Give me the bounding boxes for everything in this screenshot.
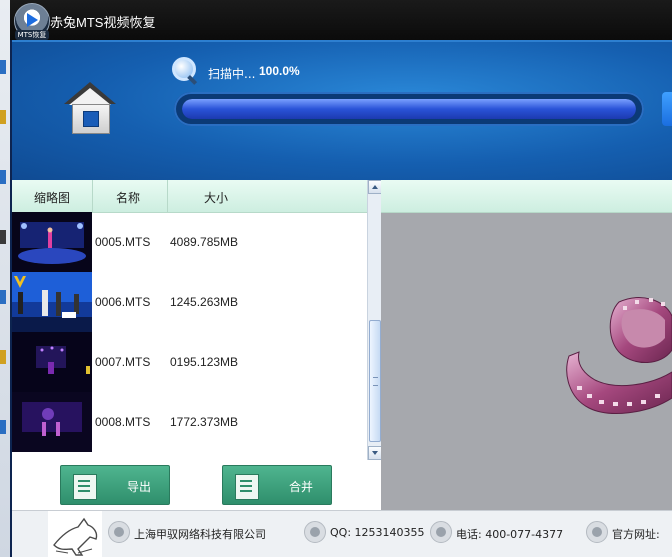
scroll-up-arrow-icon[interactable] (368, 180, 382, 194)
file-name: 0005.MTS (95, 235, 151, 249)
file-name: 0008.MTS (95, 415, 151, 429)
preview-header (381, 180, 672, 213)
file-size: 1772.373MB (170, 415, 239, 429)
scan-percent: 100.0% (259, 64, 300, 78)
scan-progress-bar (174, 92, 644, 126)
file-row[interactable]: 0006.MTS 1245.263MB (12, 272, 367, 332)
window-title: 赤兔MTS视频恢复 (50, 15, 156, 30)
file-size: 4089.785MB (170, 235, 239, 249)
footer-qq: QQ: 1253140355 (330, 526, 425, 539)
title-bar[interactable]: MTS恢复 赤兔MTS视频恢复 (10, 0, 672, 40)
home-button[interactable] (64, 82, 116, 134)
merge-button[interactable]: 合并 (222, 465, 332, 505)
app-logo-badge: MTS恢复 (15, 30, 49, 40)
scroll-down-arrow-icon[interactable] (368, 446, 382, 460)
export-icon (73, 474, 97, 500)
preview-panel (381, 180, 672, 510)
video-thumbnail (12, 212, 92, 272)
app-logo-icon: MTS恢复 (14, 3, 50, 40)
merge-icon (235, 474, 259, 500)
website-icon (586, 521, 608, 543)
file-row[interactable]: 0005.MTS 4089.785MB (12, 212, 367, 272)
progress-fill (182, 99, 636, 119)
file-size: 1245.263MB (170, 295, 239, 309)
file-row[interactable]: 0007.MTS 0195.123MB (12, 332, 367, 392)
film-reel-icon (566, 297, 672, 414)
file-list: 缩略图 名称 大小 0005.MTS 4089.785MB 0006.MTS 1… (12, 180, 367, 460)
column-header-name[interactable]: 名称 (116, 189, 140, 206)
video-thumbnail (12, 392, 92, 452)
red-hare-horse-logo (48, 511, 102, 557)
footer-company: 上海甲驭网络科技有限公司 (134, 528, 266, 541)
footer-website: 官方网址: (612, 528, 660, 541)
qq-icon (304, 521, 326, 543)
action-bar: 导出 合并 (12, 460, 381, 510)
file-row[interactable]: 0008.MTS 1772.373MB (12, 392, 367, 452)
company-icon (108, 521, 130, 543)
next-arrow-button[interactable] (662, 92, 672, 126)
scroll-thumb[interactable] (369, 320, 381, 442)
video-thumbnail (12, 332, 92, 392)
file-list-scrollbar[interactable] (367, 180, 382, 460)
footer-bar: 上海甲驭网络科技有限公司 QQ: 1253140355 电话: 400-077-… (12, 510, 672, 557)
file-size: 0195.123MB (170, 355, 239, 369)
app-window: MTS恢复 赤兔MTS视频恢复 扫描中... 100.0% 缩略图 名称 大小 … (10, 0, 672, 557)
column-header-size[interactable]: 大小 (204, 189, 228, 206)
video-thumbnail (12, 272, 92, 332)
file-list-header: 缩略图 名称 大小 (12, 180, 367, 213)
phone-icon (430, 521, 452, 543)
column-header-thumbnail[interactable]: 缩略图 (34, 189, 70, 206)
export-button[interactable]: 导出 (60, 465, 170, 505)
export-button-label: 导出 (127, 480, 152, 494)
merge-button-label: 合并 (289, 480, 314, 494)
scan-status-label: 扫描中... (208, 67, 256, 81)
file-name: 0007.MTS (95, 355, 151, 369)
progress-track (182, 99, 636, 119)
header-banner: 扫描中... 100.0% (12, 40, 672, 182)
file-name: 0006.MTS (95, 295, 151, 309)
footer-phone: 电话: 400-077-4377 (456, 528, 564, 541)
magnifier-icon (172, 57, 202, 87)
